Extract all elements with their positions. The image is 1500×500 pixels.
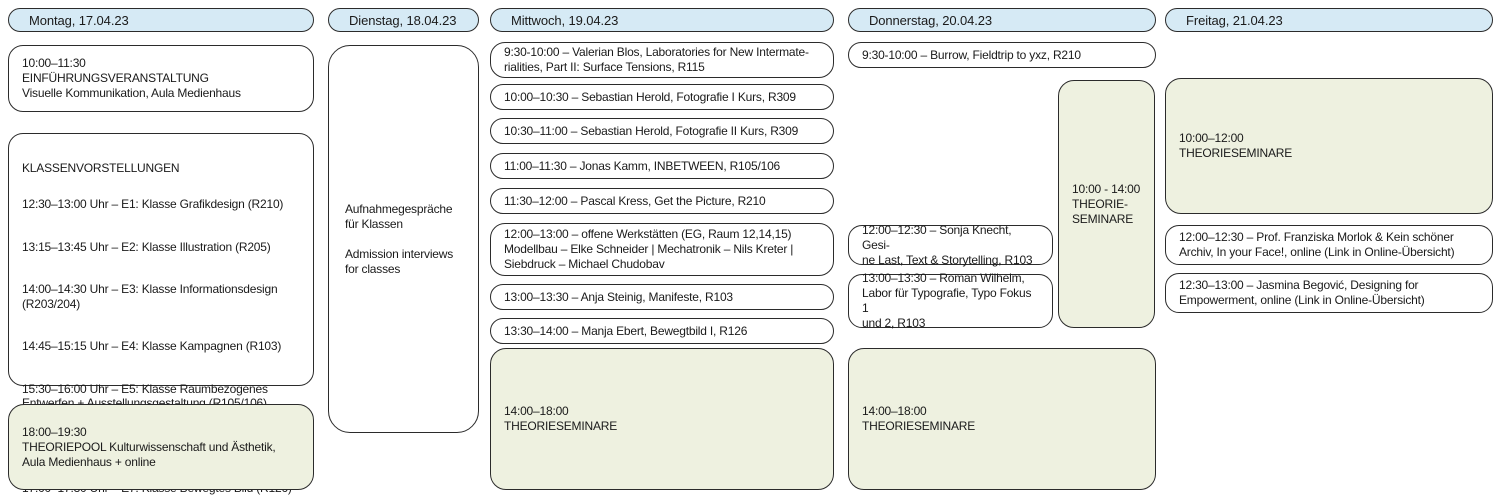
event-klassenvorstellungen: KLASSENVORSTELLUNGEN 12:30–13:00 Uhr – E… (8, 133, 314, 386)
event-theorieseminare-thu-morning: 10:00 - 14:00 THEORIE- SEMINARE (1058, 80, 1155, 328)
event-theorieseminare-fri-morning: 10:00–12:00 THEORIESEMINARE (1165, 78, 1493, 214)
event-designing-for-empowerment: 12:30–13:00 – Jasmina Begović, Designing… (1165, 273, 1493, 313)
event-aufnahmegespraeche: Aufnahmegespräche für Klassen Admission … (328, 45, 479, 433)
day-header-wednesday: Mittwoch, 19.04.23 (490, 8, 834, 32)
event-einfuehrungsveranstaltung: 10:00–11:30 EINFÜHRUNGSVERANSTALTUNG Vis… (8, 45, 314, 112)
event-labor-typografie: 13:00–13:30 – Roman Wilhelm, Labor für T… (848, 274, 1053, 328)
day-header-tuesday: Dienstag, 18.04.23 (328, 8, 479, 32)
event-burrow-fieldtrip: 9:30-10:00 – Burrow, Fieldtrip to yxz, R… (848, 42, 1156, 68)
event-bewegtbild: 13:30–14:00 – Manja Ebert, Bewegtbild I,… (490, 318, 834, 344)
klassenvorstellungen-title: KLASSENVORSTELLUNGEN (22, 161, 300, 176)
event-inbetween: 11:00–11:30 – Jonas Kamm, INBETWEEN, R10… (490, 153, 834, 179)
event-offene-werkstaetten: 12:00–13:00 – offene Werkstätten (EG, Ra… (490, 223, 834, 276)
event-in-your-face: 12:00–12:30 – Prof. Franziska Morlok & K… (1165, 225, 1493, 265)
event-theoriepool: 18:00–19:30 THEORIEPOOL Kulturwissenscha… (8, 404, 314, 490)
klassen-item-e2: 13:15–13:45 Uhr – E2: Klasse Illustratio… (22, 240, 300, 255)
event-fotografie-1: 10:00–10:30 – Sebastian Herold, Fotograf… (490, 84, 834, 110)
schedule-board: Montag, 17.04.23 Dienstag, 18.04.23 Mitt… (0, 0, 1500, 500)
event-valerian-blos: 9:30-10:00 – Valerian Blos, Laboratories… (490, 42, 834, 78)
klassen-item-e3: 14:00–14:30 Uhr – E3: Klasse Information… (22, 282, 300, 311)
event-text-storytelling: 12:00–12:30 – Sonja Knecht, Gesi- ne Las… (848, 225, 1053, 265)
event-theorieseminare-wed: 14:00–18:00 THEORIESEMINARE (490, 348, 834, 490)
event-get-the-picture: 11:30–12:00 – Pascal Kress, Get the Pict… (490, 188, 834, 214)
klassen-item-e4: 14:45–15:15 Uhr – E4: Klasse Kampagnen (… (22, 339, 300, 354)
event-manifeste: 13:00–13:30 – Anja Steinig, Manifeste, R… (490, 284, 834, 310)
event-theorieseminare-thu-afternoon: 14:00–18:00 THEORIESEMINARE (848, 348, 1156, 490)
klassen-item-e1: 12:30–13:00 Uhr – E1: Klasse Grafikdesig… (22, 197, 300, 212)
event-fotografie-2: 10:30–11:00 – Sebastian Herold, Fotograf… (490, 118, 834, 144)
day-header-monday: Montag, 17.04.23 (8, 8, 314, 32)
day-header-thursday: Donnerstag, 20.04.23 (848, 8, 1156, 32)
day-header-friday: Freitag, 21.04.23 (1165, 8, 1493, 32)
